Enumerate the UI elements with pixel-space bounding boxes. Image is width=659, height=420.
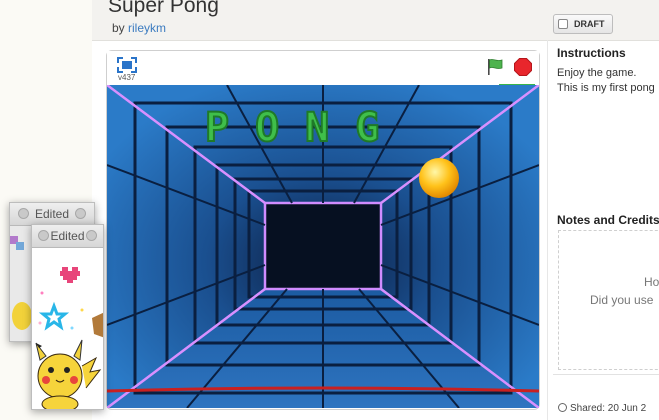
shared-text: Shared: 20 Jun 2 [570,403,647,414]
notes-placeholder: Ho Did you use [590,273,659,309]
pikachu-character [35,339,102,409]
version-label: v437 [118,73,136,82]
game-stage[interactable]: PONG [107,85,539,408]
fullscreen-icon[interactable] [116,56,138,74]
edited-window-front[interactable]: Edited [31,224,104,410]
draft-button[interactable]: DRAFT [553,14,613,34]
player-controls-bar [107,51,539,85]
project-title: Super Pong [108,0,219,17]
instructions-line: This is my first pong [557,82,655,94]
pong-ball [419,158,459,198]
notes-divider [553,374,659,375]
window-content [32,248,103,409]
author-link[interactable]: rileykm [128,21,166,35]
game-title-text: PONG [204,104,406,152]
sticker-art [35,267,103,409]
by-prefix: by [112,21,129,35]
draft-label: DRAFT [574,19,605,29]
instructions-heading: Instructions [557,46,626,60]
clock-icon [558,403,567,412]
notes-heading: Notes and Credits [557,213,659,227]
green-flag-icon[interactable] [485,58,505,76]
window-zoom-button[interactable] [86,230,97,241]
window-titlebar[interactable]: Edited [10,203,94,226]
notes-line: Ho [644,275,659,289]
stop-icon[interactable] [514,58,532,76]
window-zoom-button[interactable] [75,208,86,219]
byline: by rileykm [112,21,166,35]
instructions-line: Enjoy the game. [557,67,637,79]
draft-checkbox[interactable] [558,19,568,29]
sidebar-divider [547,40,548,420]
window-titlebar[interactable]: Edited [32,225,103,248]
shared-date: Shared: 20 Jun 2 [558,403,659,414]
instructions-text[interactable]: Enjoy the game. This is my first pong [557,66,659,96]
heart-icon [60,267,80,283]
star-icon [38,301,70,331]
notes-line: Did you use [590,293,654,307]
